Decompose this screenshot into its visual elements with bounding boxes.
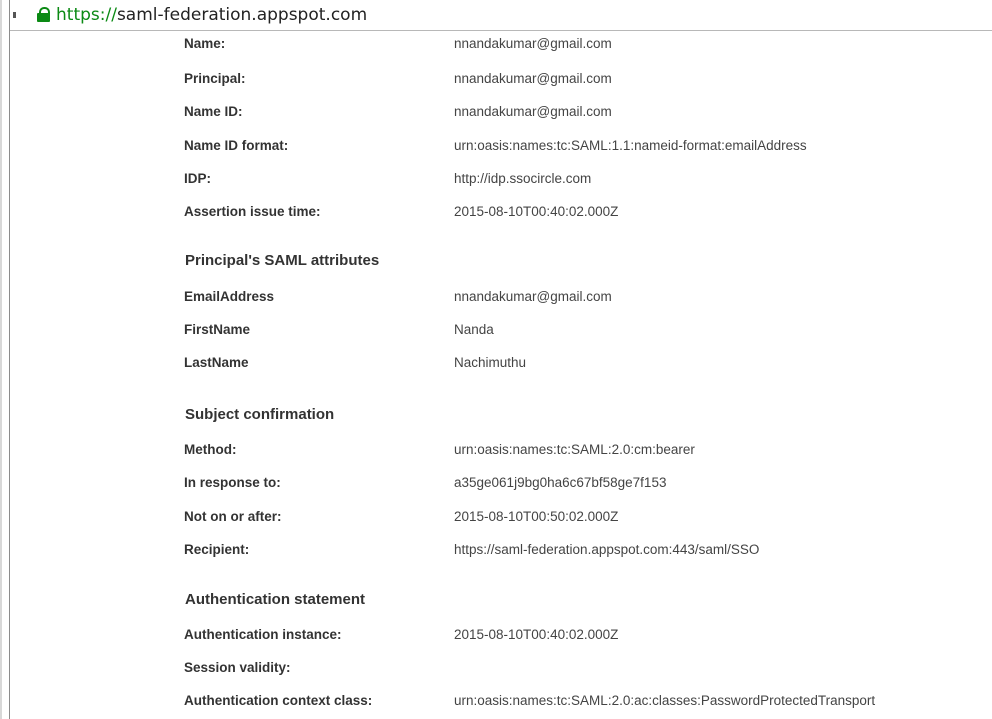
field-row-in-response-to: In response to: a35ge061j9bg0ha6c67bf58g… bbox=[184, 473, 974, 493]
address-bar[interactable]: https://saml-federation.appspot.com bbox=[10, 0, 992, 31]
field-value: nnandakumar@gmail.com bbox=[454, 36, 612, 51]
field-row-name-id-format: Name ID format: urn:oasis:names:tc:SAML:… bbox=[184, 136, 974, 156]
field-value: nnandakumar@gmail.com bbox=[454, 71, 612, 86]
field-label: Name ID format: bbox=[184, 138, 289, 153]
field-row-name: Name: nnandakumar@gmail.com bbox=[184, 34, 974, 54]
field-row-authn-context: Authentication context class: urn:oasis:… bbox=[184, 691, 974, 711]
field-row-name-id: Name ID: nnandakumar@gmail.com bbox=[184, 102, 974, 122]
field-value: nnandakumar@gmail.com bbox=[454, 104, 612, 119]
field-label: Session validity: bbox=[184, 660, 291, 675]
field-value: Nachimuthu bbox=[454, 355, 527, 370]
field-row-authn-instance: Authentication instance: 2015-08-10T00:4… bbox=[184, 625, 974, 645]
field-row-email: EmailAddress nnandakumar@gmail.com bbox=[184, 287, 974, 307]
window-edge bbox=[0, 0, 2, 719]
field-row-lastname: LastName Nachimuthu bbox=[184, 353, 974, 373]
field-label: In response to: bbox=[184, 475, 281, 490]
field-value: urn:oasis:names:tc:SAML:1.1:nameid-forma… bbox=[454, 138, 807, 153]
field-row-principal: Principal: nnandakumar@gmail.com bbox=[184, 69, 974, 89]
field-row-firstname: FirstName Nanda bbox=[184, 320, 974, 340]
field-value: 2015-08-10T00:40:02.000Z bbox=[454, 627, 619, 642]
field-value: a35ge061j9bg0ha6c67bf58ge7f153 bbox=[454, 475, 667, 490]
url-host: saml-federation.appspot.com bbox=[116, 5, 368, 25]
field-row-idp: IDP: http://idp.ssocircle.com bbox=[184, 169, 974, 189]
field-label: FirstName bbox=[184, 322, 251, 337]
field-label: Method: bbox=[184, 442, 237, 457]
field-row-recipient: Recipient: https://saml-federation.appsp… bbox=[184, 540, 974, 560]
field-value: urn:oasis:names:tc:SAML:2.0:cm:bearer bbox=[454, 442, 695, 457]
field-label: Assertion issue time: bbox=[184, 204, 321, 219]
section-heading-attributes: Principal's SAML attributes bbox=[185, 252, 380, 269]
field-label: EmailAddress bbox=[184, 289, 275, 304]
field-label: Name ID: bbox=[184, 104, 243, 119]
field-value: 2015-08-10T00:40:02.000Z bbox=[454, 204, 619, 219]
url-scheme: https:// bbox=[56, 5, 117, 25]
field-value: 2015-08-10T00:50:02.000Z bbox=[454, 509, 619, 524]
field-label: Authentication instance: bbox=[184, 627, 342, 642]
field-row-method: Method: urn:oasis:names:tc:SAML:2.0:cm:b… bbox=[184, 440, 974, 460]
field-label: Principal: bbox=[184, 71, 246, 86]
field-value: urn:oasis:names:tc:SAML:2.0:ac:classes:P… bbox=[454, 693, 876, 708]
field-row-not-on-or-after: Not on or after: 2015-08-10T00:50:02.000… bbox=[184, 507, 974, 527]
url-text[interactable]: https://saml-federation.appspot.com bbox=[56, 5, 367, 25]
field-value: http://idp.ssocircle.com bbox=[454, 171, 592, 186]
field-label: Name: bbox=[184, 36, 226, 51]
field-label: IDP: bbox=[184, 171, 211, 186]
field-row-issue-time: Assertion issue time: 2015-08-10T00:40:0… bbox=[184, 202, 974, 222]
field-value: nnandakumar@gmail.com bbox=[454, 289, 612, 304]
field-row-session-validity: Session validity: bbox=[184, 658, 974, 678]
field-label: LastName bbox=[184, 355, 249, 370]
field-label: Not on or after: bbox=[184, 509, 282, 524]
lock-icon[interactable] bbox=[37, 7, 50, 22]
section-heading-subject: Subject confirmation bbox=[185, 406, 335, 423]
section-heading-authn: Authentication statement bbox=[185, 591, 366, 608]
field-value: https://saml-federation.appspot.com:443/… bbox=[454, 542, 760, 557]
bar-edge-marker bbox=[13, 12, 16, 18]
field-value: Nanda bbox=[454, 322, 494, 337]
field-label: Authentication context class: bbox=[184, 693, 373, 708]
field-label: Recipient: bbox=[184, 542, 250, 557]
window-border bbox=[9, 0, 10, 719]
